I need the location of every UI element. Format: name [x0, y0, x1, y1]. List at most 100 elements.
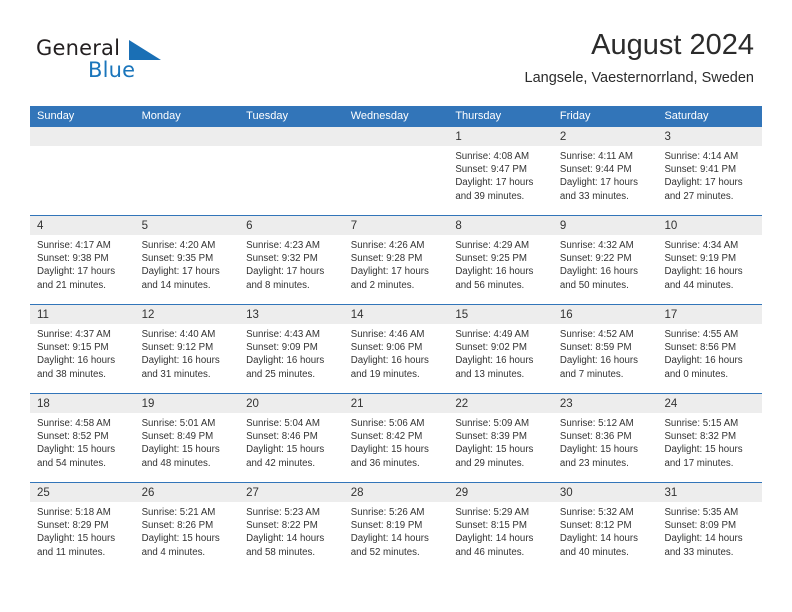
weekday-header-monday: Monday: [141, 110, 181, 122]
day-number: 28: [350, 487, 364, 499]
sunset-text: Sunset: 8:46 PM: [246, 431, 318, 443]
day-number-band: 23: [552, 394, 658, 413]
day-cell-30[interactable]: 30 Sunrise: 5:32 AM Sunset: 8:12 PM Dayligh…: [552, 483, 658, 571]
day-number: 18: [37, 398, 50, 410]
day-cell-6[interactable]: 6 Sunrise: 4:23 AM Sunset: 9:32 PM Daylight…: [239, 216, 344, 304]
day-number-band: 30: [552, 483, 658, 502]
sunset-text: Sunset: 8:32 PM: [664, 431, 737, 443]
sunset-text: Sunset: 8:26 PM: [141, 520, 214, 532]
day-cell-15[interactable]: 15 Sunrise: 4:49 AM Sunset: 9:02 PM Dayligh…: [448, 305, 553, 393]
sunset-text: Sunset: 9:25 PM: [455, 253, 527, 265]
day-details: Sunrise: 4:26 AM Sunset: 9:28 PM Daylight:…: [344, 235, 449, 292]
daylight-text: Daylight: 17 hours: [37, 266, 116, 278]
day-number-band: 13: [239, 305, 344, 324]
day-cell-3[interactable]: 3 Sunrise: 4:14 AM Sunset: 9:41 PM Daylight…: [657, 127, 763, 215]
daylight-text: Daylight: 15 hours: [141, 444, 220, 456]
day-cell-13[interactable]: 13 Sunrise: 4:43 AM Sunset: 9:09 PM Dayligh…: [239, 305, 344, 393]
day-cell-14[interactable]: 14 Sunrise: 4:46 AM Sunset: 9:06 PM Dayligh…: [343, 305, 449, 393]
daylight-text: and 56 minutes.: [455, 279, 525, 291]
day-cell-empty: [30, 127, 135, 215]
day-cell-16[interactable]: 16 Sunrise: 4:52 AM Sunset: 8:59 PM Dayligh…: [552, 305, 658, 393]
sunset-text: Sunset: 9:15 PM: [37, 342, 109, 354]
day-cell-28[interactable]: 28 Sunrise: 5:26 AM Sunset: 8:19 PM Dayligh…: [343, 483, 449, 571]
day-cell-18[interactable]: 18 Sunrise: 4:58 AM Sunset: 8:52 PM Dayligh…: [30, 394, 135, 482]
daylight-text: and 0 minutes.: [664, 368, 729, 380]
day-cell-19[interactable]: 19 Sunrise: 5:01 AM Sunset: 8:49 PM Dayligh…: [134, 394, 240, 482]
daylight-text: and 2 minutes.: [350, 279, 415, 291]
day-cell-12[interactable]: 12 Sunrise: 4:40 AM Sunset: 9:12 PM Dayligh…: [134, 305, 240, 393]
day-details: Sunrise: 5:01 AM Sunset: 8:49 PM Daylight:…: [135, 413, 240, 470]
day-details: [30, 146, 135, 150]
day-cell-8[interactable]: 8 Sunrise: 4:29 AM Sunset: 9:25 PM Daylight…: [448, 216, 553, 304]
day-cell-7[interactable]: 7 Sunrise: 4:26 AM Sunset: 9:28 PM Daylight…: [343, 216, 449, 304]
title-block: August 2024 Langsele, Vaesternorrland, S…: [525, 28, 754, 87]
day-cell-empty: [134, 127, 240, 215]
day-number: 13: [246, 309, 259, 321]
sunset-text: Sunset: 9:28 PM: [350, 253, 423, 265]
day-cell-5[interactable]: 5 Sunrise: 4:20 AM Sunset: 9:35 PM Daylight…: [134, 216, 240, 304]
brand-name-primary: General: [36, 36, 121, 60]
day-number: 1: [455, 131, 462, 143]
day-cell-4[interactable]: 4 Sunrise: 4:17 AM Sunset: 9:38 PM Daylight…: [30, 216, 135, 304]
day-cell-10[interactable]: 10 Sunrise: 4:34 AM Sunset: 9:19 PM Dayligh…: [657, 216, 763, 304]
day-details: Sunrise: 4:08 AM Sunset: 9:47 PM Daylight:…: [448, 146, 553, 203]
daylight-text: Daylight: 16 hours: [246, 355, 325, 367]
sunset-text: Sunset: 9:32 PM: [246, 253, 318, 265]
day-cell-1[interactable]: 1 Sunrise: 4:08 AM Sunset: 9:47 PM Daylight…: [448, 127, 553, 215]
daylight-text: Daylight: 15 hours: [455, 444, 534, 456]
calendar-page: General Blue August 2024 Langsele, Vaest…: [0, 0, 792, 612]
day-number-band: 24: [657, 394, 763, 413]
daylight-text: Daylight: 16 hours: [141, 355, 220, 367]
day-details: Sunrise: 4:14 AM Sunset: 9:41 PM Daylight:…: [657, 146, 762, 203]
sunrise-text: Sunrise: 4:58 AM: [37, 418, 111, 429]
sunrise-text: Sunrise: 5:32 AM: [559, 507, 634, 518]
daylight-text: and 36 minutes.: [350, 457, 420, 469]
daylight-text: and 21 minutes.: [37, 279, 106, 291]
day-number-band: 26: [134, 483, 240, 502]
day-cell-20[interactable]: 20 Sunrise: 5:04 AM Sunset: 8:46 PM Dayligh…: [239, 394, 344, 482]
sunrise-text: Sunrise: 4:34 AM: [664, 240, 739, 251]
day-details: Sunrise: 5:35 AM Sunset: 8:09 PM Daylight:…: [657, 502, 762, 559]
daylight-text: and 14 minutes.: [141, 279, 211, 291]
day-details: Sunrise: 5:15 AM Sunset: 8:32 PM Daylight:…: [657, 413, 762, 470]
day-cell-24[interactable]: 24 Sunrise: 5:15 AM Sunset: 8:32 PM Dayligh…: [657, 394, 763, 482]
daylight-text: and 19 minutes.: [350, 368, 420, 380]
day-cell-25[interactable]: 25 Sunrise: 5:18 AM Sunset: 8:29 PM Dayligh…: [30, 483, 135, 571]
day-details: [239, 146, 344, 150]
day-cell-26[interactable]: 26 Sunrise: 5:21 AM Sunset: 8:26 PM Dayligh…: [134, 483, 240, 571]
day-number: 29: [455, 487, 469, 499]
sunrise-text: Sunrise: 4:40 AM: [141, 329, 216, 340]
sunset-text: Sunset: 8:52 PM: [37, 431, 109, 443]
day-cell-2[interactable]: 2 Sunrise: 4:11 AM Sunset: 9:44 PM Daylight…: [552, 127, 658, 215]
day-cell-31[interactable]: 31 Sunrise: 5:35 AM Sunset: 8:09 PM Dayligh…: [657, 483, 763, 571]
sunset-text: Sunset: 9:41 PM: [664, 164, 737, 176]
day-number: 11: [37, 309, 49, 321]
day-details: Sunrise: 5:21 AM Sunset: 8:26 PM Daylight:…: [135, 502, 240, 559]
day-number: 17: [664, 309, 678, 321]
day-number: 30: [559, 487, 573, 499]
sunset-text: Sunset: 9:35 PM: [141, 253, 214, 265]
day-number-band: [239, 127, 344, 146]
day-number: [30, 131, 37, 143]
day-cell-23[interactable]: 23 Sunrise: 5:12 AM Sunset: 8:36 PM Dayligh…: [552, 394, 658, 482]
daylight-text: and 17 minutes.: [664, 457, 734, 469]
day-cell-22[interactable]: 22 Sunrise: 5:09 AM Sunset: 8:39 PM Dayligh…: [448, 394, 553, 482]
daylight-text: Daylight: 17 hours: [141, 266, 220, 278]
daylight-text: Daylight: 16 hours: [350, 355, 429, 367]
weekday-header-friday: Friday: [559, 110, 591, 122]
day-cell-11[interactable]: 11 Sunrise: 4:37 AM Sunset: 9:15 PM Dayligh…: [30, 305, 135, 393]
daylight-text: Daylight: 16 hours: [559, 266, 638, 278]
day-number-band: 29: [448, 483, 553, 502]
day-cell-9[interactable]: 9 Sunrise: 4:32 AM Sunset: 9:22 PM Daylight…: [552, 216, 658, 304]
day-cell-21[interactable]: 21 Sunrise: 5:06 AM Sunset: 8:42 PM Dayligh…: [343, 394, 449, 482]
daylight-text: and 42 minutes.: [246, 457, 316, 469]
day-cell-17[interactable]: 17 Sunrise: 4:55 AM Sunset: 8:56 PM Dayligh…: [657, 305, 763, 393]
daylight-text: Daylight: 16 hours: [664, 355, 743, 367]
daylight-text: and 8 minutes.: [246, 279, 310, 291]
day-details: Sunrise: 5:23 AM Sunset: 8:22 PM Daylight:…: [239, 502, 344, 559]
day-cell-29[interactable]: 29 Sunrise: 5:29 AM Sunset: 8:15 PM Dayligh…: [448, 483, 553, 571]
sunrise-text: Sunrise: 4:23 AM: [246, 240, 320, 251]
day-cell-27[interactable]: 27 Sunrise: 5:23 AM Sunset: 8:22 PM Dayligh…: [239, 483, 344, 571]
brand-logo[interactable]: General Blue: [36, 36, 236, 86]
daylight-text: and 33 minutes.: [559, 190, 629, 202]
